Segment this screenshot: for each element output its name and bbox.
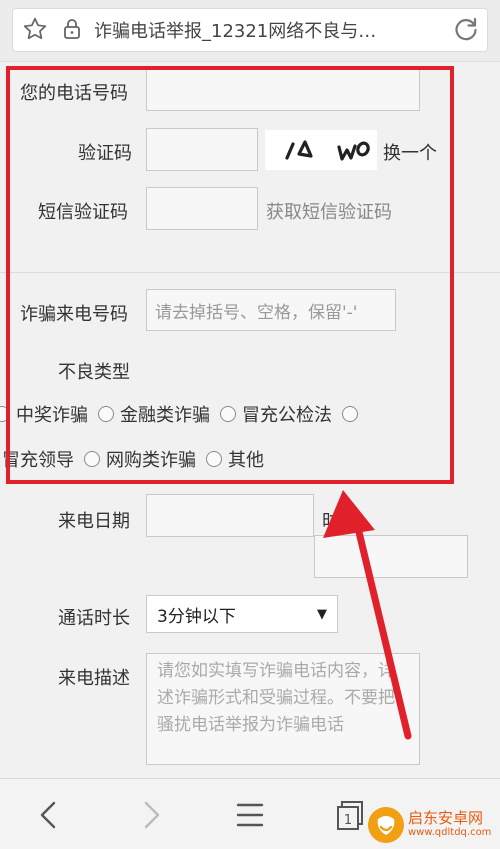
call-time-input[interactable] xyxy=(314,535,468,578)
lock-icon xyxy=(64,19,80,39)
duration-selected: 3分钟以下 xyxy=(157,606,236,627)
duration-label: 通话时长 xyxy=(58,608,130,629)
call-date-label: 来电日期 xyxy=(58,511,130,532)
menu-icon[interactable] xyxy=(230,797,270,833)
dropdown-arrow-icon: ▼ xyxy=(317,606,327,622)
watermark-url: www.qdltdq.com xyxy=(408,827,492,838)
page-title[interactable]: 诈骗电话举报_12321网络不良与… xyxy=(94,17,434,43)
bookmark-star-icon[interactable] xyxy=(22,16,48,42)
call-date-input[interactable] xyxy=(146,494,314,537)
back-icon[interactable] xyxy=(30,797,70,833)
reload-icon[interactable] xyxy=(452,15,480,43)
forward-icon[interactable] xyxy=(130,797,170,833)
svg-text:1: 1 xyxy=(344,813,352,828)
call-time-label: 时间： xyxy=(322,511,376,532)
highlight-box xyxy=(6,66,454,484)
description-textarea[interactable]: 请您如实填写诈骗电话内容，详述诈骗形式和受骗过程。不要把骚扰电话举报为诈骗电话 xyxy=(146,653,420,765)
browser-toolbar: 诈骗电话举报_12321网络不良与… xyxy=(0,0,500,62)
watermark-logo-icon xyxy=(368,806,404,843)
watermark: 启东安卓网 www.qdltdq.com xyxy=(368,800,500,849)
description-label: 来电描述 xyxy=(58,668,130,689)
duration-select[interactable]: 3分钟以下 ▼ xyxy=(146,595,338,633)
tabs-icon[interactable]: 1 xyxy=(330,797,370,833)
watermark-name: 启东安卓网 xyxy=(408,809,484,827)
